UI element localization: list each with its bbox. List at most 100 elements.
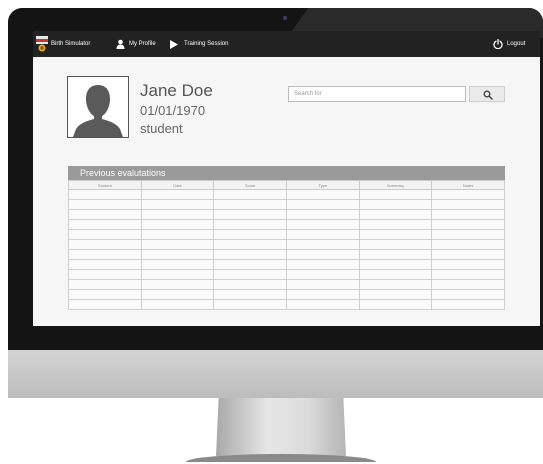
table-cell — [213, 269, 287, 280]
table-cell — [68, 269, 142, 280]
column-header[interactable]: Notes — [431, 180, 505, 190]
monitor-stand — [216, 398, 346, 456]
table-cell — [213, 199, 287, 210]
nav-item-training-session[interactable]: Training Session — [170, 31, 228, 57]
power-icon — [493, 39, 503, 49]
nav-item-my-profile[interactable]: My Profile — [116, 31, 156, 57]
table-cell — [68, 279, 142, 290]
table-cell — [431, 229, 505, 240]
search-button[interactable] — [469, 86, 505, 102]
column-header[interactable]: Score — [213, 180, 287, 190]
column-header[interactable]: Type — [285, 180, 360, 190]
table-cell — [68, 199, 142, 210]
monitor-bezel: Birth Simulator My Profile Training Sess… — [8, 8, 543, 350]
nav-item-label: Birth Simulator — [51, 41, 91, 47]
table-cell — [285, 259, 360, 270]
top-nav-bar: Birth Simulator My Profile Training Sess… — [33, 31, 540, 57]
table-cell — [285, 229, 360, 240]
logout-label: Logout — [507, 41, 526, 47]
table-cell — [358, 259, 433, 270]
table-cell — [431, 189, 505, 200]
table-cell — [431, 299, 505, 310]
search-input[interactable]: Search for — [288, 86, 466, 102]
table-row[interactable] — [68, 299, 505, 310]
play-icon — [170, 39, 178, 49]
table-cell — [140, 279, 215, 290]
table-cell — [213, 279, 287, 290]
screen: Birth Simulator My Profile Training Sess… — [33, 31, 540, 326]
table-cell — [431, 219, 505, 230]
table-cell — [431, 279, 505, 290]
table-cell — [68, 259, 142, 270]
app-logo-icon — [36, 36, 48, 52]
table-cell — [213, 299, 287, 310]
table-cell — [285, 209, 360, 220]
table-row[interactable] — [68, 239, 505, 250]
table-cell — [68, 209, 142, 220]
table-header-row: Student Date Score Type Summary Notes — [68, 180, 505, 190]
table-cell — [285, 219, 360, 230]
table-row[interactable] — [68, 289, 505, 300]
table-cell — [213, 209, 287, 220]
table-cell — [213, 189, 287, 200]
logout-button[interactable]: Logout — [493, 31, 525, 57]
table-cell — [140, 189, 215, 200]
avatar-silhouette-icon — [73, 85, 123, 137]
table-cell — [358, 299, 433, 310]
table-cell — [285, 299, 360, 310]
table-row[interactable] — [68, 209, 505, 220]
table-cell — [358, 269, 433, 280]
table-cell — [213, 259, 287, 270]
table-cell — [68, 289, 142, 300]
table-cell — [358, 229, 433, 240]
table-row[interactable] — [68, 269, 505, 280]
table-cell — [285, 199, 360, 210]
table-cell — [358, 189, 433, 200]
table-cell — [358, 239, 433, 250]
table-cell — [68, 229, 142, 240]
table-cell — [140, 229, 215, 240]
table-row[interactable] — [68, 279, 505, 290]
table-row[interactable] — [68, 219, 505, 230]
table-cell — [431, 289, 505, 300]
table-cell — [213, 239, 287, 250]
table-row[interactable] — [68, 249, 505, 260]
column-header[interactable]: Student — [68, 180, 142, 190]
table-cell — [358, 209, 433, 220]
table-cell — [431, 249, 505, 260]
table-cell — [68, 189, 142, 200]
table-cell — [358, 219, 433, 230]
table-cell — [358, 289, 433, 300]
table-cell — [285, 249, 360, 260]
table-row[interactable] — [68, 229, 505, 240]
profile-dob: 01/01/1970 — [140, 103, 206, 118]
table-cell — [431, 209, 505, 220]
table-cell — [431, 239, 505, 250]
table-cell — [68, 219, 142, 230]
table-cell — [285, 279, 360, 290]
evaluations-header: Previous evalutations — [68, 166, 505, 180]
table-row[interactable] — [68, 199, 505, 210]
table-cell — [285, 269, 360, 280]
table-cell — [68, 249, 142, 260]
search-icon — [483, 90, 493, 100]
column-header[interactable]: Summary — [358, 180, 433, 190]
table-cell — [140, 239, 215, 250]
table-cell — [358, 249, 433, 260]
table-cell — [68, 239, 142, 250]
nav-item-label: Training Session — [184, 41, 229, 47]
table-cell — [213, 229, 287, 240]
nav-item-label: My Profile — [129, 41, 156, 47]
table-cell — [285, 189, 360, 200]
table-cell — [431, 269, 505, 280]
table-row[interactable] — [68, 189, 505, 200]
nav-item-birth-simulator[interactable]: Birth Simulator — [51, 31, 90, 57]
table-cell — [140, 269, 215, 280]
table-row[interactable] — [68, 259, 505, 270]
table-cell — [140, 259, 215, 270]
column-header[interactable]: Date — [140, 180, 215, 190]
table-cell — [431, 199, 505, 210]
table-cell — [140, 199, 215, 210]
profile-role: student — [140, 121, 183, 136]
evaluations-body — [68, 189, 505, 310]
